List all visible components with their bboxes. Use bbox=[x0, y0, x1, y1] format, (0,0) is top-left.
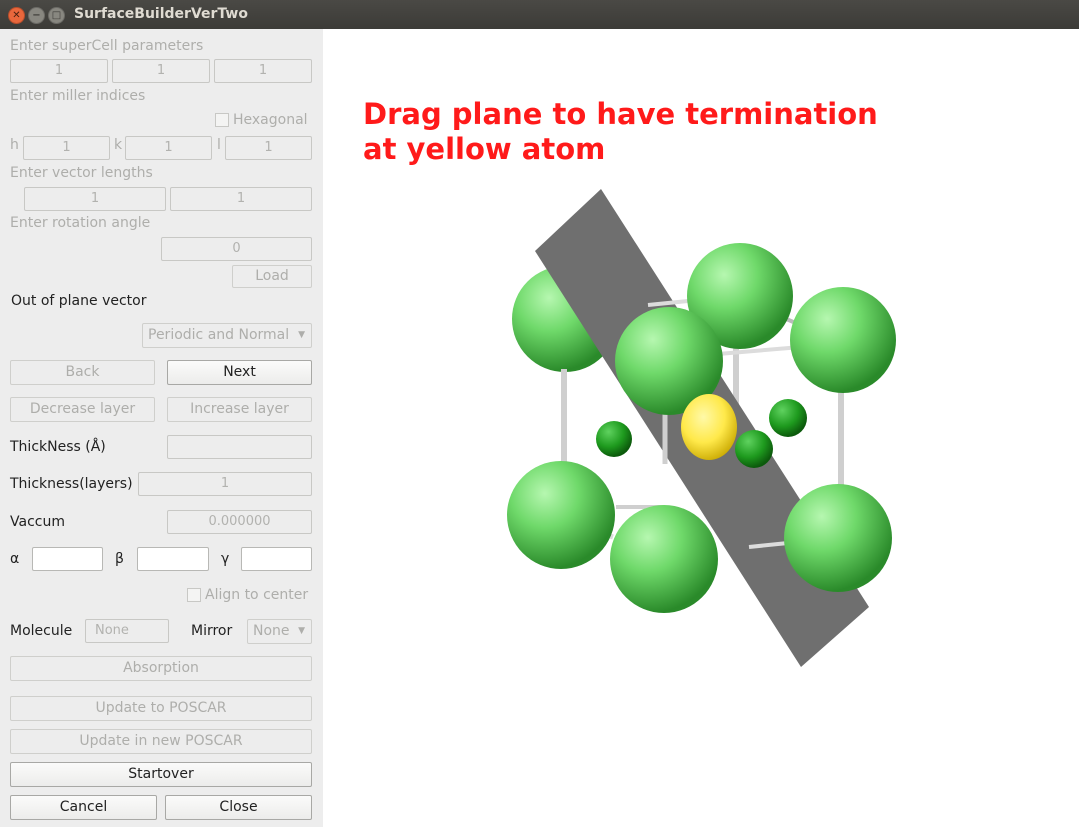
next-button[interactable]: Next bbox=[167, 360, 312, 385]
out-of-plane-select[interactable]: Periodic and Normal ▼ bbox=[142, 323, 312, 348]
miller-l-field[interactable]: 1 bbox=[225, 136, 312, 160]
control-panel: Enter superCell parameters 1 1 1 Enter m… bbox=[0, 29, 323, 827]
align-center-label: Align to center bbox=[205, 587, 309, 603]
alpha-label: α bbox=[10, 551, 20, 567]
gamma-label: γ bbox=[221, 551, 230, 567]
molecule-label: Molecule bbox=[10, 623, 73, 639]
atom-large bbox=[610, 505, 718, 613]
window-titlebar: ✕ − □ SurfaceBuilderVerTwo bbox=[0, 0, 1079, 29]
thickness-angstrom-field[interactable] bbox=[167, 435, 312, 459]
window-maximize-icon[interactable]: □ bbox=[48, 7, 65, 24]
supercell-a-field[interactable]: 1 bbox=[10, 59, 108, 83]
atom-small bbox=[735, 430, 773, 468]
structure-viewer[interactable]: Drag plane to have termination at yellow… bbox=[323, 29, 1079, 827]
rotation-label: Enter rotation angle bbox=[10, 215, 151, 231]
window-close-icon[interactable]: ✕ bbox=[8, 7, 25, 24]
increase-layer-button[interactable]: Increase layer bbox=[167, 397, 312, 422]
update-poscar-button[interactable]: Update to POSCAR bbox=[10, 696, 312, 721]
back-button[interactable]: Back bbox=[10, 360, 155, 385]
atom-large bbox=[507, 461, 615, 569]
hexagonal-label: Hexagonal bbox=[233, 112, 308, 128]
molecule-field[interactable]: None bbox=[85, 619, 169, 643]
vector-length-2-field[interactable]: 1 bbox=[170, 187, 312, 211]
beta-label: β bbox=[115, 551, 124, 567]
bond bbox=[838, 391, 844, 491]
miller-k-field[interactable]: 1 bbox=[125, 136, 212, 160]
thickness-layers-label: Thickness(layers) bbox=[10, 476, 133, 492]
bond bbox=[561, 369, 567, 467]
mirror-select[interactable]: None ▼ bbox=[247, 619, 312, 644]
out-of-plane-label: Out of plane vector bbox=[11, 293, 147, 309]
out-of-plane-selected: Periodic and Normal bbox=[148, 327, 290, 343]
atom-small bbox=[596, 421, 632, 457]
chevron-down-icon: ▼ bbox=[298, 626, 305, 636]
mirror-label: Mirror bbox=[191, 623, 233, 639]
miller-l-label: l bbox=[217, 137, 221, 153]
rotation-angle-field[interactable]: 0 bbox=[161, 237, 312, 261]
vaccum-field[interactable]: 0.000000 bbox=[167, 510, 312, 534]
update-new-poscar-button[interactable]: Update in new POSCAR bbox=[10, 729, 312, 754]
decrease-layer-button[interactable]: Decrease layer bbox=[10, 397, 155, 422]
mirror-selected: None bbox=[253, 623, 290, 639]
alpha-field[interactable] bbox=[32, 547, 103, 571]
miller-h-label: h bbox=[10, 137, 19, 153]
chevron-down-icon: ▼ bbox=[298, 330, 305, 340]
cancel-button[interactable]: Cancel bbox=[10, 795, 157, 820]
miller-label: Enter miller indices bbox=[10, 88, 146, 104]
close-button[interactable]: Close bbox=[165, 795, 312, 820]
align-center-checkbox[interactable] bbox=[187, 588, 201, 602]
miller-h-field[interactable]: 1 bbox=[23, 136, 110, 160]
hexagonal-checkbox[interactable] bbox=[215, 113, 229, 127]
window-minimize-icon[interactable]: − bbox=[28, 7, 45, 24]
miller-k-label: k bbox=[114, 137, 123, 153]
vector-length-1-field[interactable]: 1 bbox=[24, 187, 166, 211]
atom-yellow-termination bbox=[681, 394, 737, 460]
thickness-angstrom-label: ThickNess (Å) bbox=[10, 439, 106, 455]
supercell-c-field[interactable]: 1 bbox=[214, 59, 312, 83]
atom-large bbox=[784, 484, 892, 592]
beta-field[interactable] bbox=[137, 547, 209, 571]
vector-lengths-label: Enter vector lengths bbox=[10, 165, 153, 181]
gamma-field[interactable] bbox=[241, 547, 312, 571]
atom-large bbox=[790, 287, 896, 393]
load-button[interactable]: Load bbox=[232, 265, 312, 288]
supercell-label: Enter superCell parameters bbox=[10, 38, 204, 54]
vaccum-label: Vaccum bbox=[10, 514, 65, 530]
absorption-button[interactable]: Absorption bbox=[10, 656, 312, 681]
supercell-b-field[interactable]: 1 bbox=[112, 59, 210, 83]
atom-small bbox=[769, 399, 807, 437]
thickness-layers-field[interactable]: 1 bbox=[138, 472, 312, 496]
startover-button[interactable]: Startover bbox=[10, 762, 312, 787]
crystal-scene[interactable] bbox=[323, 29, 1079, 827]
window-title: SurfaceBuilderVerTwo bbox=[74, 6, 248, 22]
